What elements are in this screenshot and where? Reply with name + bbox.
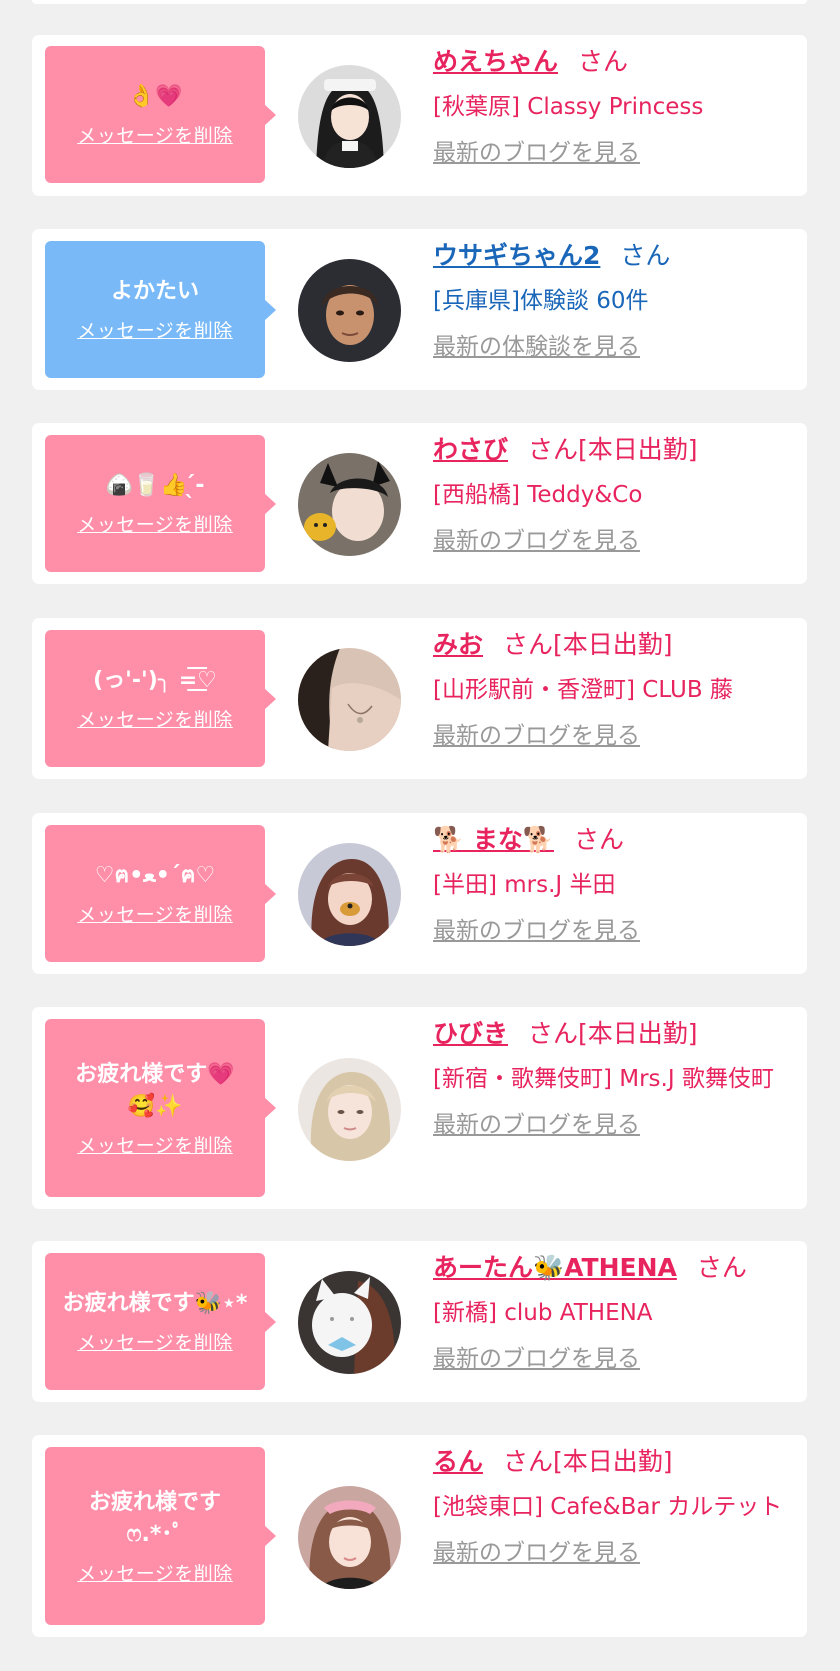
message-bubble: ♡ฅ•ﻌ•´ฅ♡ メッセージを削除 [45, 825, 276, 962]
name-line: めえちゃん さん [433, 45, 797, 79]
message-text: よかたい [110, 279, 199, 304]
name-line: ひびき さん[本日出勤] [433, 1017, 797, 1051]
cast-name-link[interactable]: ウサギちゃん2 [433, 241, 600, 270]
latest-blog-link[interactable]: 最新のブログを見る [433, 911, 640, 945]
message-text: 🍙🥛👍 ̖́- [105, 473, 205, 498]
message-card: 🍙🥛👍 ̖́- メッセージを削除 わさび さん[本日出勤] [西船橋] Teddy… [32, 423, 807, 584]
honorific: さん [573, 825, 624, 854]
message-text: ♡ฅ•ﻌ•´ฅ♡ [94, 863, 216, 888]
latest-blog-link[interactable]: 最新のブログを見る [433, 133, 640, 167]
honorific: さん [696, 1253, 747, 1282]
latest-blog-link[interactable]: 最新のブログを見る [433, 521, 640, 555]
name-line: みお さん[本日出勤] [433, 628, 797, 662]
shop-name: [半田] mrs.J 半田 [433, 872, 616, 898]
avatar[interactable] [298, 65, 401, 168]
cast-info: みお さん[本日出勤] [山形駅前・香澄町] CLUB 藤 最新のブログを見る [433, 628, 797, 750]
cast-info: わさび さん[本日出勤] [西船橋] Teddy&Co 最新のブログを見る [433, 433, 797, 555]
cast-info: ウサギちゃん2 さん [兵庫県]体験談 60件 最新の体験談を見る [433, 239, 797, 361]
name-line: あーたん🐝ATHENA さん [433, 1251, 797, 1285]
latest-blog-link[interactable]: 最新のブログを見る [433, 1533, 640, 1567]
message-text: 👌💗 [127, 84, 183, 109]
message-text: お疲れ様です ෆ.*･ﾟ [88, 1489, 221, 1547]
delete-message-link[interactable]: メッセージを削除 [77, 121, 233, 148]
message-card: お疲れ様です🐝⋆* メッセージを削除 あーたん🐝ATHENA さん [新橋] cl… [32, 1241, 807, 1402]
cast-name-link[interactable]: あーたん🐝ATHENA [433, 1253, 677, 1282]
honorific: さん [578, 47, 629, 76]
avatar[interactable] [298, 453, 401, 556]
cast-name-link[interactable]: るん [433, 1447, 483, 1476]
latest-blog-link[interactable]: 最新のブログを見る [433, 1339, 640, 1373]
message-card: お疲れ様です ෆ.*･ﾟ メッセージを削除 るん さん[本日出勤] [池袋東口] … [32, 1435, 807, 1637]
honorific: さん[本日出勤] [528, 1019, 698, 1048]
name-line: 🐕 まな🐕 さん [433, 823, 797, 857]
avatar[interactable] [298, 1058, 401, 1161]
shop-name: [池袋東口] Cafe&Bar カルテット [433, 1494, 783, 1520]
message-bubble: お疲れ様です💗 🥰✨ メッセージを削除 [45, 1019, 276, 1197]
cast-name-link[interactable]: ひびき [433, 1019, 508, 1048]
message-bubble: 👌💗 メッセージを削除 [45, 46, 276, 183]
delete-message-link[interactable]: メッセージを削除 [77, 1131, 233, 1158]
message-card: (っ'-')╮ =͟͟͞͞♡ メッセージを削除 みお さん[本日出勤] [山形駅前… [32, 618, 807, 779]
message-card: よかたい メッセージを削除 ウサギちゃん2 さん [兵庫県]体験談 60件 最新の… [32, 229, 807, 390]
message-bubble: お疲れ様です ෆ.*･ﾟ メッセージを削除 [45, 1447, 276, 1625]
cast-name-link[interactable]: 🐕 まな🐕 [433, 825, 554, 854]
avatar[interactable] [298, 843, 401, 946]
latest-blog-link[interactable]: 最新のブログを見る [433, 716, 640, 750]
honorific: さん[本日出勤] [503, 1447, 673, 1476]
delete-message-link[interactable]: メッセージを削除 [77, 900, 233, 927]
cast-info: あーたん🐝ATHENA さん [新橋] club ATHENA 最新のブログを見る [433, 1251, 797, 1373]
honorific: さん[本日出勤] [503, 630, 673, 659]
latest-blog-link[interactable]: 最新のブログを見る [433, 1105, 640, 1139]
avatar[interactable] [298, 1486, 401, 1589]
message-text: お疲れ様です🐝⋆* [62, 1291, 248, 1316]
shop-name: [秋葉原] Classy Princess [433, 94, 704, 120]
delete-message-link[interactable]: メッセージを削除 [77, 1559, 233, 1586]
cast-name-link[interactable]: みお [433, 630, 483, 659]
message-bubble: よかたい メッセージを削除 [45, 241, 276, 378]
avatar[interactable] [298, 1271, 401, 1374]
honorific: さん[本日出勤] [528, 435, 698, 464]
shop-name: [新宿・歌舞伎町] Mrs.J 歌舞伎町 [433, 1066, 774, 1092]
shop-name: [西船橋] Teddy&Co [433, 482, 643, 508]
message-bubble: お疲れ様です🐝⋆* メッセージを削除 [45, 1253, 276, 1390]
message-card: お疲れ様です💗 🥰✨ メッセージを削除 ひびき さん[本日出勤] [新宿・歌舞伎町… [32, 1007, 807, 1209]
shop-name: [兵庫県]体験談 60件 [433, 288, 649, 314]
shop-name: [新橋] club ATHENA [433, 1300, 653, 1326]
message-bubble: (っ'-')╮ =͟͟͞͞♡ メッセージを削除 [45, 630, 276, 767]
latest-review-link[interactable]: 最新の体験談を見る [433, 327, 640, 361]
message-card: ♡ฅ•ﻌ•´ฅ♡ メッセージを削除 🐕 まな🐕 さん [半田] mrs.J 半田 … [32, 813, 807, 974]
honorific: さん [620, 241, 671, 270]
delete-message-link[interactable]: メッセージを削除 [77, 705, 233, 732]
cast-name-link[interactable]: わさび [433, 435, 508, 464]
message-text: お疲れ様です💗 🥰✨ [75, 1061, 235, 1119]
delete-message-link[interactable]: メッセージを削除 [77, 316, 233, 343]
cast-info: めえちゃん さん [秋葉原] Classy Princess 最新のブログを見る [433, 45, 797, 167]
cast-info: ひびき さん[本日出勤] [新宿・歌舞伎町] Mrs.J 歌舞伎町 最新のブログを… [433, 1017, 797, 1139]
delete-message-link[interactable]: メッセージを削除 [77, 1328, 233, 1355]
delete-message-link[interactable]: メッセージを削除 [77, 510, 233, 537]
cast-info: 🐕 まな🐕 さん [半田] mrs.J 半田 最新のブログを見る [433, 823, 797, 945]
shop-name: [山形駅前・香澄町] CLUB 藤 [433, 677, 733, 703]
cast-info: るん さん[本日出勤] [池袋東口] Cafe&Bar カルテット 最新のブログを… [433, 1445, 797, 1567]
avatar[interactable] [298, 259, 401, 362]
name-line: わさび さん[本日出勤] [433, 433, 797, 467]
message-text: (っ'-')╮ =͟͟͞͞♡ [93, 668, 217, 693]
message-bubble: 🍙🥛👍 ̖́- メッセージを削除 [45, 435, 276, 572]
avatar[interactable] [298, 648, 401, 751]
name-line: るん さん[本日出勤] [433, 1445, 797, 1479]
cast-name-link[interactable]: めえちゃん [433, 47, 558, 76]
message-card: 👌💗 メッセージを削除 めえちゃん さん [秋葉原] Classy Princes… [32, 35, 807, 196]
previous-card-edge [32, 0, 807, 4]
name-line: ウサギちゃん2 さん [433, 239, 797, 273]
